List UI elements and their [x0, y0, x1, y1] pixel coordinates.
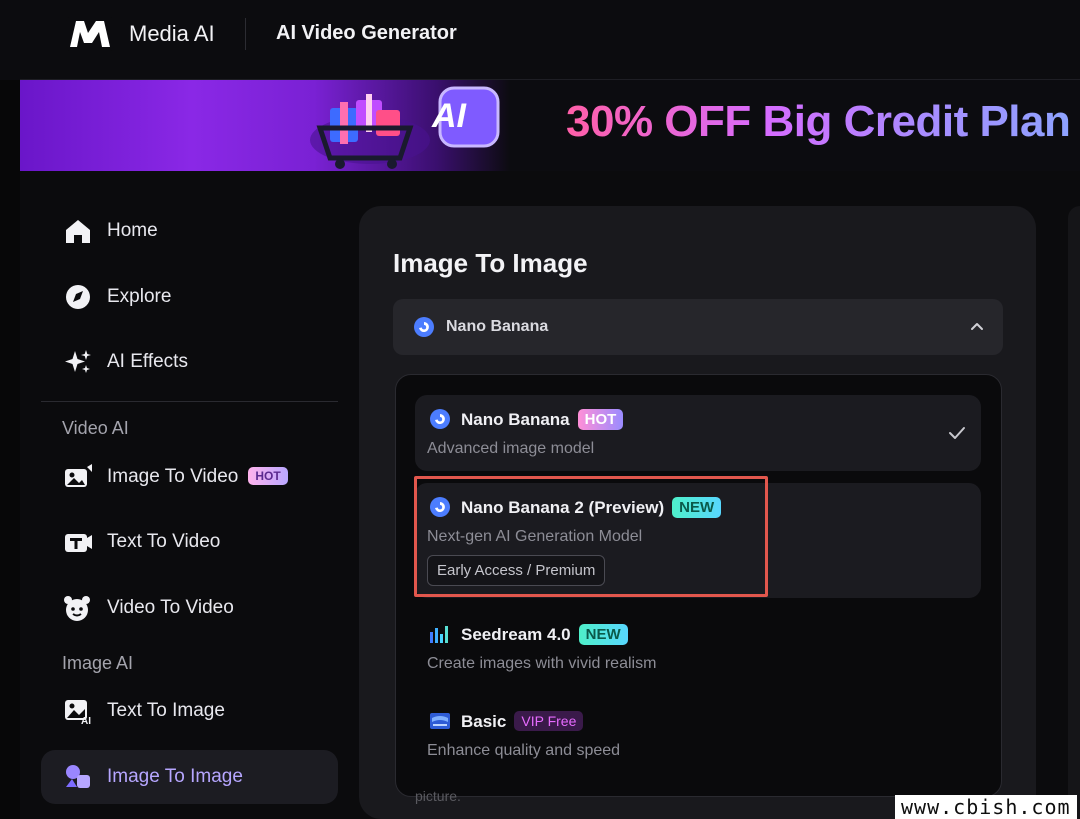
seedream-bars-icon: [430, 626, 448, 643]
svg-text:AI: AI: [81, 716, 91, 725]
top-divider: [245, 18, 246, 50]
sidebar-item-image-to-image[interactable]: Image To Image: [41, 750, 338, 804]
page-title: Image To Image: [393, 248, 588, 278]
hot-badge: HOT: [577, 409, 624, 430]
image-to-image-icon: [66, 765, 90, 788]
chevron-up-icon[interactable]: [969, 318, 985, 334]
vip-free-badge: VIP Free: [514, 711, 584, 731]
sidebar-item-video-to-video[interactable]: Video To Video: [41, 581, 338, 635]
banner-ai-label: AI: [432, 97, 466, 135]
basic-model-icon: [430, 713, 450, 729]
option-description: Enhance quality and speed: [427, 742, 621, 759]
header-section-title[interactable]: AI Video Generator: [276, 22, 457, 45]
option-description: Advanced image model: [427, 440, 595, 457]
sidebar-item-image-to-video[interactable]: Image To Video HOT: [41, 450, 338, 504]
check-icon: [949, 427, 965, 439]
sidebar-item-explore[interactable]: Explore: [41, 270, 338, 324]
sidebar-item-label: Video To Video: [107, 597, 234, 618]
model-select-dropdown[interactable]: Nano Banana: [393, 299, 1003, 355]
left-edge-strip: [0, 0, 20, 819]
highlight-annotation-box: [414, 476, 768, 597]
right-panel-edge: [1068, 206, 1080, 819]
new-badge: NEW: [578, 624, 628, 645]
watermark: www.cbish.com: [895, 795, 1077, 819]
sidebar-item-label: Image To Image: [107, 766, 243, 787]
model-option-basic[interactable]: Basic VIP Free Enhance quality and speed: [415, 697, 981, 773]
section-label-video-ai: Video AI: [62, 418, 129, 438]
sidebar-divider: [41, 401, 338, 402]
home-icon: [66, 220, 90, 243]
text-to-image-icon: AI: [65, 700, 91, 725]
model-option-nano-banana[interactable]: Nano Banana HOT Advanced image model: [415, 395, 981, 471]
nano-banana-logo-icon: [430, 409, 450, 429]
option-name: Seedream 4.0 NEW: [461, 624, 628, 645]
section-label-image-ai: Image AI: [62, 653, 134, 673]
compass-icon: [66, 285, 90, 309]
model-option-seedream[interactable]: Seedream 4.0 NEW Create images with vivid…: [415, 610, 981, 686]
sidebar-item-ai-effects[interactable]: AI Effects: [41, 335, 338, 389]
media-ai-logo[interactable]: [66, 17, 114, 51]
option-description: Create images with vivid realism: [427, 655, 657, 672]
brand-name[interactable]: Media AI: [129, 21, 215, 47]
shopping-cart-gift-icon: [310, 86, 500, 169]
option-name: Nano Banana HOT: [461, 409, 624, 430]
text-to-video-icon: [65, 534, 92, 552]
image-to-video-icon: [65, 464, 92, 487]
promo-banner[interactable]: 30% OFF Big Credit Plan: [20, 80, 1080, 171]
nano-banana-logo-icon: [414, 317, 434, 337]
banner-promo-text[interactable]: 30% OFF Big Credit Plan: [566, 97, 1071, 147]
sidebar-item-label: Home: [107, 220, 158, 241]
sidebar-item-label: Explore: [107, 286, 172, 307]
sidebar-item-label: AI Effects: [107, 351, 188, 372]
selected-model-label: Nano Banana: [446, 318, 549, 335]
sparkles-icon: [65, 350, 91, 373]
sidebar-item-label: Image To Video HOT: [107, 466, 288, 488]
face-video-icon: [64, 596, 90, 621]
sidebar-item-label: Text To Image: [107, 700, 225, 721]
sidebar-item-home[interactable]: Home: [41, 204, 338, 258]
hot-badge: HOT: [248, 467, 288, 485]
sidebar-item-text-to-video[interactable]: Text To Video: [41, 515, 338, 569]
option-name: Basic VIP Free: [461, 711, 584, 732]
sidebar-item-text-to-image[interactable]: AI Text To Image: [41, 684, 338, 738]
obscured-prompt-text: picture.: [415, 788, 461, 804]
sidebar-item-label: Text To Video: [107, 531, 221, 552]
